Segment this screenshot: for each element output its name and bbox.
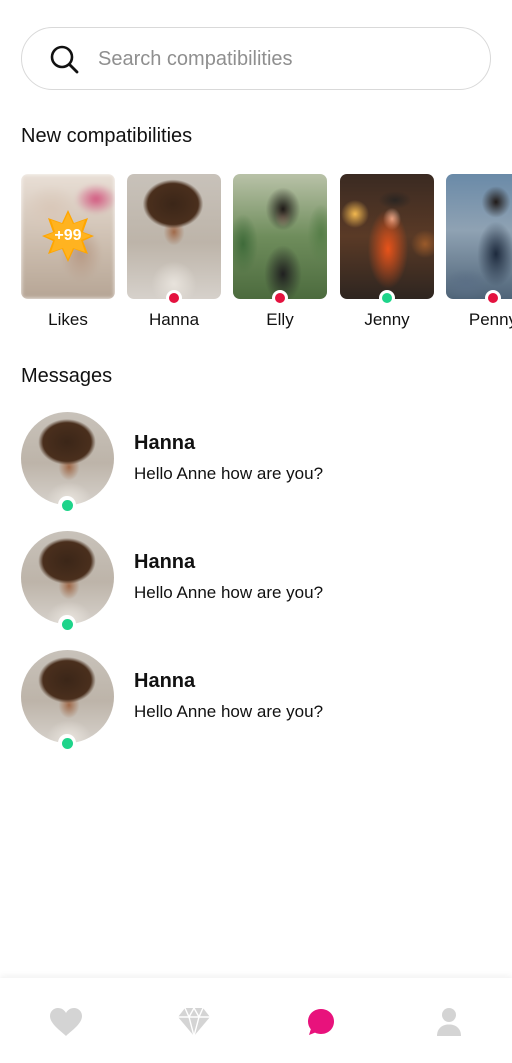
message-row[interactable]: Hanna Hello Anne how are you? xyxy=(21,412,491,514)
profile-icon xyxy=(437,1008,461,1036)
message-sender: Hanna xyxy=(134,670,196,692)
avatar xyxy=(21,412,114,505)
likes-card[interactable]: +99 Likes xyxy=(21,174,115,329)
compatibility-card-hanna[interactable]: Hanna xyxy=(127,174,221,329)
compatibility-card-jenny[interactable]: Jenny xyxy=(340,174,434,329)
chat-icon xyxy=(308,1009,334,1035)
status-dot xyxy=(58,615,76,633)
message-row[interactable]: Hanna Hello Anne how are you? xyxy=(21,531,491,633)
diamond-icon xyxy=(178,1007,210,1037)
nav-messages[interactable] xyxy=(301,1002,341,1042)
compatibility-name: Penny xyxy=(468,310,512,329)
message-sender: Hanna xyxy=(134,432,196,454)
messages-screen: New compatibilities +99 Likes Hanna xyxy=(0,0,512,1063)
avatar xyxy=(21,531,114,624)
compatibility-name: Elly xyxy=(266,310,294,329)
nav-profile[interactable] xyxy=(429,1002,469,1042)
compatibility-card-penny[interactable]: Penny xyxy=(446,174,512,329)
status-dot xyxy=(272,290,288,306)
nav-premium[interactable] xyxy=(174,1002,214,1042)
heart-icon xyxy=(50,1008,82,1036)
compatibilities-carousel[interactable]: +99 Likes Hanna Elly Jenny Penn xyxy=(0,174,512,334)
likes-badge-icon xyxy=(42,210,94,262)
bottom-nav xyxy=(0,978,512,1063)
nav-likes[interactable] xyxy=(46,1002,86,1042)
message-preview: Hello Anne how are you? xyxy=(134,702,324,721)
avatar xyxy=(21,650,114,743)
status-dot xyxy=(485,290,501,306)
search-icon xyxy=(50,45,79,74)
status-dot xyxy=(166,290,182,306)
status-dot xyxy=(379,290,395,306)
message-sender: Hanna xyxy=(134,551,196,573)
compatibility-name: Hanna xyxy=(148,310,200,329)
compatibility-photo xyxy=(233,174,327,299)
message-preview: Hello Anne how are you? xyxy=(134,583,324,602)
search-bar[interactable] xyxy=(21,27,491,90)
compatibility-name: Likes xyxy=(48,310,88,329)
compatibility-card-elly[interactable]: Elly xyxy=(233,174,327,329)
compatibility-photo xyxy=(446,174,512,299)
compatibility-photo xyxy=(340,174,434,299)
message-row[interactable]: Hanna Hello Anne how are you? xyxy=(21,650,491,752)
messages-title: Messages xyxy=(21,365,113,387)
status-dot xyxy=(58,496,76,514)
status-dot xyxy=(58,734,76,752)
compatibility-photo xyxy=(127,174,221,299)
message-preview: Hello Anne how are you? xyxy=(134,464,324,483)
search-input[interactable] xyxy=(98,42,468,76)
compatibility-name: Jenny xyxy=(364,310,410,329)
new-compatibilities-title: New compatibilities xyxy=(21,125,193,147)
